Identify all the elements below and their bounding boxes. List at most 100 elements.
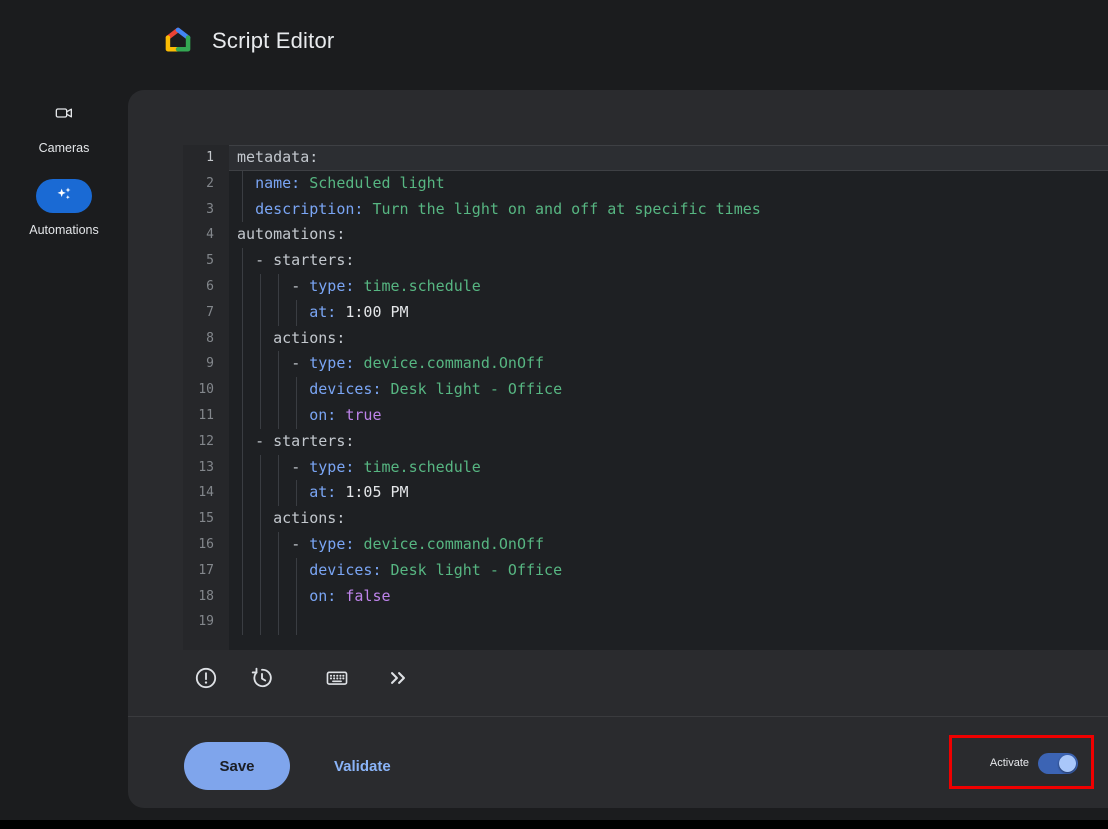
- indent-guide: [260, 609, 261, 635]
- indent-guide: [278, 609, 279, 635]
- code-token: name:: [255, 174, 300, 192]
- indent-guide: [242, 429, 243, 455]
- code-token: automations:: [237, 225, 345, 243]
- code-line[interactable]: description: Turn the light on and off a…: [229, 197, 1108, 223]
- indent-guide: [278, 480, 279, 506]
- sidebar-item-cameras[interactable]: Cameras: [0, 96, 128, 158]
- code-line[interactable]: - type: time.schedule: [229, 274, 1108, 300]
- code-line[interactable]: - type: time.schedule: [229, 455, 1108, 481]
- keyboard-button[interactable]: [323, 664, 351, 692]
- line-number: 14: [183, 480, 229, 506]
- history-button[interactable]: [248, 664, 276, 692]
- code-line[interactable]: automations:: [229, 222, 1108, 248]
- indent-guide: [296, 300, 297, 326]
- keyboard-icon: [324, 665, 350, 691]
- code-line[interactable]: metadata:: [229, 145, 1108, 171]
- code-line[interactable]: [229, 609, 1108, 635]
- line-number: 3: [183, 197, 229, 223]
- history-icon: [249, 665, 275, 691]
- code-token: [382, 380, 391, 398]
- indent-guide: [278, 584, 279, 610]
- problems-button[interactable]: [192, 664, 220, 692]
- indent-guide: [242, 326, 243, 352]
- code-area[interactable]: metadata: name: Scheduled light descript…: [229, 145, 1108, 650]
- page-root: { "header": { "title": "Script Editor" }…: [0, 0, 1108, 829]
- line-number: 12: [183, 429, 229, 455]
- code-token: [237, 380, 309, 398]
- code-token: [237, 406, 309, 424]
- editor-toolbar: [183, 650, 1108, 706]
- double-chevron-icon: [385, 665, 411, 691]
- code-token: devices:: [309, 380, 381, 398]
- sidebar-item-label: Automations: [29, 223, 98, 237]
- indent-guide: [278, 377, 279, 403]
- code-token: 1:00 PM: [345, 303, 408, 321]
- code-token: -: [291, 277, 309, 295]
- code-token: [237, 432, 255, 450]
- code-token: [237, 587, 309, 605]
- code-token: false: [345, 587, 390, 605]
- code-token: [237, 612, 309, 630]
- line-number: 16: [183, 532, 229, 558]
- code-token: [237, 561, 309, 579]
- code-token: - starters:: [255, 251, 354, 269]
- code-token: on:: [309, 587, 336, 605]
- indent-guide: [260, 532, 261, 558]
- code-token: actions:: [273, 329, 345, 347]
- indent-guide: [260, 326, 261, 352]
- code-line[interactable]: actions:: [229, 506, 1108, 532]
- indent-guide: [242, 197, 243, 223]
- code-token: -: [291, 535, 309, 553]
- code-token: [382, 561, 391, 579]
- indent-guide: [242, 532, 243, 558]
- code-line[interactable]: name: Scheduled light: [229, 171, 1108, 197]
- code-token: Scheduled light: [309, 174, 444, 192]
- code-line[interactable]: - type: device.command.OnOff: [229, 351, 1108, 377]
- code-editor[interactable]: 12345678910111213141516171819 metadata: …: [183, 145, 1108, 650]
- indent-guide: [260, 403, 261, 429]
- line-number: 5: [183, 248, 229, 274]
- indent-guide: [242, 584, 243, 610]
- sparkle-icon: [54, 184, 74, 209]
- line-number: 18: [183, 584, 229, 610]
- indent-guide: [242, 403, 243, 429]
- code-token: -: [291, 354, 309, 372]
- indent-guide: [296, 584, 297, 610]
- code-line[interactable]: devices: Desk light - Office: [229, 558, 1108, 584]
- indent-guide: [260, 584, 261, 610]
- indent-guide: [278, 351, 279, 377]
- code-line[interactable]: at: 1:05 PM: [229, 480, 1108, 506]
- code-token: at:: [309, 303, 336, 321]
- expand-toolbar-button[interactable]: [384, 664, 412, 692]
- code-token: [237, 200, 255, 218]
- code-token: [237, 483, 309, 501]
- line-number: 17: [183, 558, 229, 584]
- code-token: [237, 277, 291, 295]
- indent-guide: [242, 455, 243, 481]
- code-token: metadata:: [237, 148, 318, 166]
- indent-guide: [278, 403, 279, 429]
- line-number: 9: [183, 351, 229, 377]
- indent-guide: [260, 455, 261, 481]
- code-line[interactable]: devices: Desk light - Office: [229, 377, 1108, 403]
- active-item-pill: [36, 179, 92, 213]
- line-number: 15: [183, 506, 229, 532]
- code-line[interactable]: actions:: [229, 326, 1108, 352]
- activate-toggle[interactable]: [1038, 753, 1078, 774]
- indent-guide: [242, 609, 243, 635]
- code-line[interactable]: at: 1:00 PM: [229, 300, 1108, 326]
- code-token: device.command.OnOff: [363, 354, 544, 372]
- code-line[interactable]: - starters:: [229, 429, 1108, 455]
- activate-label: Activate: [990, 757, 1029, 769]
- code-token: actions:: [273, 509, 345, 527]
- line-number: 11: [183, 403, 229, 429]
- code-line[interactable]: on: true: [229, 403, 1108, 429]
- code-line[interactable]: on: false: [229, 584, 1108, 610]
- validate-button[interactable]: Validate: [320, 742, 405, 790]
- sidebar-item-automations[interactable]: Automations: [0, 175, 128, 241]
- code-line[interactable]: - starters:: [229, 248, 1108, 274]
- indent-guide: [296, 609, 297, 635]
- code-line[interactable]: - type: device.command.OnOff: [229, 532, 1108, 558]
- save-button[interactable]: Save: [184, 742, 290, 790]
- code-token: Desk light - Office: [391, 380, 563, 398]
